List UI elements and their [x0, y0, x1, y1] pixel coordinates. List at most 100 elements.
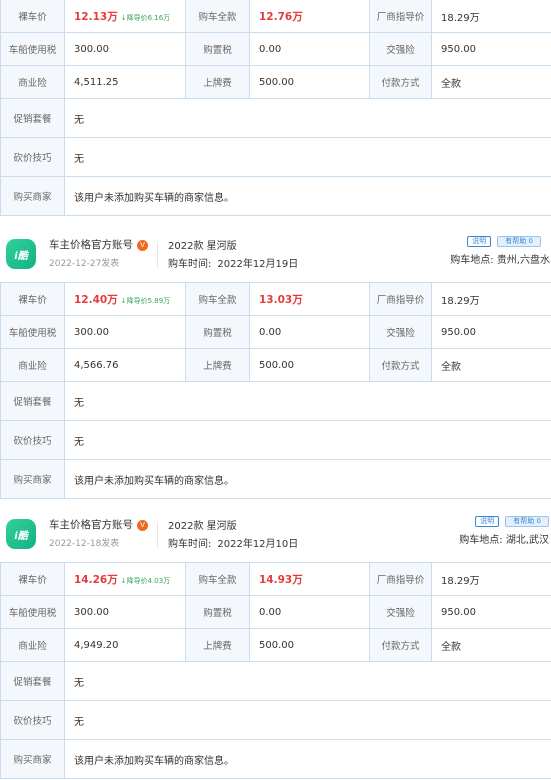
vehicle-tax-value: 300.00: [64, 595, 186, 629]
helpful-count: 0: [536, 517, 541, 525]
location-label: 购车地点:: [450, 255, 494, 266]
helpful-count: 0: [528, 237, 533, 245]
commercial-insurance-label: 商业险: [0, 348, 65, 382]
owner-post-header: i酷 车主价格官方账号 V 2022-12-27发表 2022款 星河版 购车时间…: [0, 236, 551, 282]
promo-value: 无: [64, 661, 551, 701]
divider: [157, 522, 158, 548]
promo-value: 无: [64, 381, 551, 421]
commercial-insurance-label: 商业险: [0, 628, 65, 662]
full-price-label: 购车全款: [185, 0, 250, 33]
bargain-label: 砍价技巧: [0, 700, 65, 740]
helpful-button[interactable]: 有帮助 0: [497, 236, 541, 247]
payment-method-label: 付款方式: [369, 65, 432, 99]
user-avatar[interactable]: i酷: [6, 519, 36, 549]
price-table: 裸车价 12.40万降导价5.89万 购车全款 13.03万 厂商指导价 18.…: [0, 282, 551, 499]
user-name[interactable]: 车主价格官方账号: [49, 519, 133, 531]
commercial-insurance-value: 4,566.76: [64, 348, 186, 382]
location-value: 贵州,六盘水: [496, 255, 550, 266]
vehicle-tax-label: 车船使用税: [0, 595, 65, 629]
purchase-time: 购车时间: 2022年12月19日: [168, 255, 298, 270]
divider: [157, 242, 158, 268]
naked-price-value: 14.26万: [74, 573, 118, 586]
dealer-value: 该用户未添加购买车辆的商家信息。: [64, 176, 551, 216]
purchase-tax-label: 购置税: [185, 315, 250, 349]
explain-button[interactable]: 说明: [475, 516, 500, 527]
user-name-wrap: 车主价格官方账号 V: [49, 517, 148, 532]
compulsory-insurance-value: 950.00: [431, 595, 551, 629]
plate-fee-label: 上牌费: [185, 348, 250, 382]
promo-label: 促销套餐: [0, 98, 65, 138]
purchase-time-value: 2022年12月10日: [217, 539, 299, 550]
compulsory-insurance-value: 950.00: [431, 315, 551, 349]
location-value: 湖北,武汉: [505, 535, 549, 546]
full-price-cell: 13.03万: [249, 282, 370, 316]
guide-price-label: 厂商指导价: [369, 0, 432, 33]
guide-price-value: 18.29万: [431, 562, 551, 596]
post-date: 2022-12-27发表: [49, 259, 120, 269]
user-name[interactable]: 车主价格官方账号: [49, 239, 133, 251]
full-price-value: 12.76万: [259, 10, 303, 23]
commercial-insurance-label: 商业险: [0, 65, 65, 99]
vip-badge-icon: V: [137, 520, 148, 531]
plate-fee-label: 上牌费: [185, 65, 250, 99]
promo-label: 促销套餐: [0, 381, 65, 421]
purchase-time: 购车时间: 2022年12月10日: [168, 535, 298, 550]
purchase-location: 购车地点: 湖北,武汉: [459, 531, 549, 546]
dealer-label: 购买商家: [0, 739, 65, 779]
discount-text: 降导价5.89万: [121, 297, 170, 305]
payment-method-value: 全款: [431, 348, 551, 382]
payment-method-value: 全款: [431, 628, 551, 662]
explain-button[interactable]: 说明: [467, 236, 492, 247]
purchase-time-value: 2022年12月19日: [217, 259, 299, 270]
car-model: 2022款 星河版: [168, 241, 237, 252]
payment-method-label: 付款方式: [369, 348, 432, 382]
helpful-button[interactable]: 有帮助 0: [505, 516, 549, 527]
vehicle-tax-label: 车船使用税: [0, 32, 65, 66]
action-buttons: 说明 有帮助 0: [469, 516, 549, 528]
action-buttons: 说明 有帮助 0: [461, 236, 541, 248]
vip-badge-icon: V: [137, 240, 148, 251]
dealer-label: 购买商家: [0, 459, 65, 499]
plate-fee-value: 500.00: [249, 348, 370, 382]
helpful-label: 有帮助: [505, 237, 527, 245]
bargain-label: 砍价技巧: [0, 137, 65, 177]
naked-price-cell: 12.40万降导价5.89万: [64, 282, 186, 316]
commercial-insurance-value: 4,949.20: [64, 628, 186, 662]
purchase-time-label: 购车时间:: [168, 539, 212, 550]
car-model: 2022款 星河版: [168, 521, 237, 532]
purchase-tax-label: 购置税: [185, 32, 250, 66]
guide-price-value: 18.29万: [431, 0, 551, 33]
plate-fee-value: 500.00: [249, 628, 370, 662]
naked-price-cell: 14.26万降导价4.03万: [64, 562, 186, 596]
full-price-value: 13.03万: [259, 293, 303, 306]
purchase-tax-value: 0.00: [249, 32, 370, 66]
promo-value: 无: [64, 98, 551, 138]
full-price-cell: 14.93万: [249, 562, 370, 596]
price-table: 裸车价 14.26万降导价4.03万 购车全款 14.93万 厂商指导价 18.…: [0, 562, 551, 779]
bargain-value: 无: [64, 137, 551, 177]
purchase-time-label: 购车时间:: [168, 259, 212, 270]
naked-price-label: 裸车价: [0, 0, 65, 33]
compulsory-insurance-value: 950.00: [431, 32, 551, 66]
owner-post-header: i酷 车主价格官方账号 V 2022-12-18发表 2022款 星河版 购车时间…: [0, 516, 551, 562]
full-price-value: 14.93万: [259, 573, 303, 586]
price-table: 裸车价 12.13万降导价6.16万 购车全款 12.76万 厂商指导价 18.…: [0, 0, 551, 216]
discount-text: 降导价6.16万: [121, 14, 170, 22]
vehicle-tax-label: 车船使用税: [0, 315, 65, 349]
promo-label: 促销套餐: [0, 661, 65, 701]
user-name-wrap: 车主价格官方账号 V: [49, 237, 148, 252]
naked-price-value: 12.13万: [74, 10, 118, 23]
payment-method-value: 全款: [431, 65, 551, 99]
guide-price-value: 18.29万: [431, 282, 551, 316]
plate-fee-label: 上牌费: [185, 628, 250, 662]
user-avatar[interactable]: i酷: [6, 239, 36, 269]
full-price-label: 购车全款: [185, 562, 250, 596]
compulsory-insurance-label: 交强险: [369, 315, 432, 349]
naked-price-label: 裸车价: [0, 562, 65, 596]
purchase-tax-label: 购置税: [185, 595, 250, 629]
full-price-cell: 12.76万: [249, 0, 370, 33]
helpful-label: 有帮助: [513, 517, 535, 525]
bargain-value: 无: [64, 420, 551, 460]
payment-method-label: 付款方式: [369, 628, 432, 662]
purchase-location: 购车地点: 贵州,六盘水: [450, 251, 550, 266]
